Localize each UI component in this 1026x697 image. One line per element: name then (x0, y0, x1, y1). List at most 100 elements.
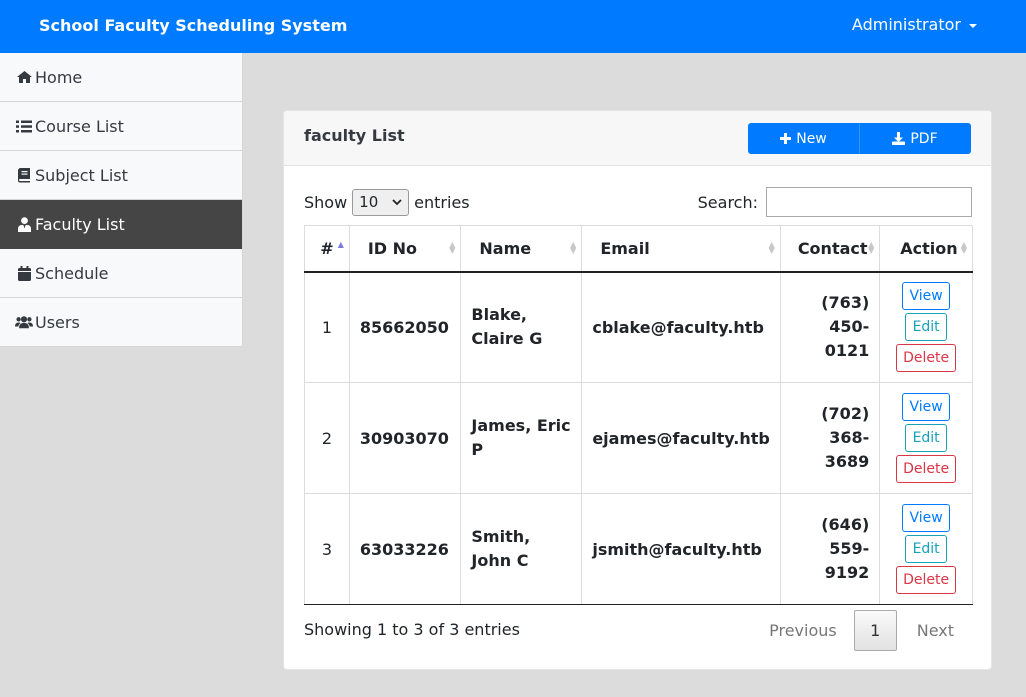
top-navbar: School Faculty Scheduling System Adminis… (0, 0, 1026, 53)
user-menu-label: Administrator (851, 15, 961, 34)
table-info: Showing 1 to 3 of 3 entries (304, 620, 520, 639)
next-page-button[interactable]: Next (897, 621, 971, 640)
search-input[interactable] (766, 187, 972, 217)
contact-number: 450-0121 (824, 317, 870, 361)
search-label: Search: (697, 192, 758, 212)
contact-area-code: (646) (821, 515, 870, 534)
cell-id: 63033226 (348, 493, 462, 605)
cell-num: 1 (304, 271, 350, 383)
pagination: Previous 1 Next (752, 610, 971, 651)
column-header-label: Email (600, 238, 650, 258)
user-menu-dropdown[interactable]: Administrator (852, 15, 977, 34)
pdf-button-label: PDF (910, 130, 938, 147)
sidebar-item-schedule[interactable]: Schedule (0, 249, 242, 298)
table-controls: Show 10 entries Search: (304, 187, 972, 217)
column-header-action[interactable]: Action ▲ ▼ (879, 225, 973, 273)
sort-icon: ▲ ▼ (960, 240, 967, 255)
sidebar-item-faculty-list[interactable]: Faculty List (0, 200, 242, 249)
cell-contact: (646) 559-9192 (779, 493, 881, 605)
delete-button[interactable]: Delete (896, 344, 957, 373)
column-header-email[interactable]: Email ▲ ▼ (581, 225, 781, 273)
column-header-label: Contact (797, 238, 868, 258)
calendar-icon (15, 265, 33, 281)
cell-actions: View Edit Delete (879, 271, 973, 383)
cell-name: James, Eric P (460, 382, 583, 494)
column-header-label: Action (900, 238, 958, 258)
previous-page-button[interactable]: Previous (752, 621, 854, 640)
cell-name: Blake, Claire G (460, 271, 583, 383)
caret-down-icon (969, 23, 977, 28)
column-header-id[interactable]: ID No ▲ ▼ (348, 225, 462, 273)
table-row: 1 85662050 Blake, Claire G cblake@facult… (304, 271, 973, 383)
contact-area-code: (763) (821, 293, 870, 313)
chevron-down-icon (392, 198, 402, 205)
view-button[interactable]: View (902, 504, 951, 532)
pdf-button[interactable]: PDF (859, 123, 971, 154)
list-icon (15, 118, 33, 134)
sort-icon: ▲ ▼ (449, 240, 456, 255)
sidebar-item-label: Home (35, 67, 83, 87)
column-header-label: Name (479, 238, 532, 258)
contact-number: 368-3689 (824, 428, 870, 471)
edit-button[interactable]: Edit (905, 424, 948, 452)
faculty-list-card: faculty List New PDF Show 10 entries Sea… (283, 110, 992, 670)
cell-actions: View Edit Delete (879, 382, 973, 494)
cell-email: jsmith@faculty.htb (581, 493, 781, 605)
new-button-label: New (796, 130, 827, 147)
edit-button[interactable]: Edit (905, 535, 948, 563)
cell-num: 3 (304, 493, 350, 605)
show-label: Show (304, 192, 348, 212)
column-header-num[interactable]: # ▲ (304, 225, 350, 273)
entries-label: entries (414, 192, 470, 212)
sort-icon: ▲ ▼ (570, 240, 577, 255)
sidebar-item-subject-list[interactable]: Subject List (0, 151, 242, 200)
sort-icon: ▲ ▼ (768, 240, 775, 255)
column-header-label: ID No (367, 238, 418, 258)
sidebar-item-users[interactable]: Users (0, 298, 242, 347)
cell-actions: View Edit Delete (879, 493, 973, 605)
delete-button[interactable]: Delete (896, 455, 957, 483)
card-title: faculty List (304, 126, 405, 145)
contact-number: 559-9192 (824, 539, 870, 582)
sidebar-item-label: Users (35, 312, 80, 332)
view-button[interactable]: View (902, 282, 951, 311)
user-tie-icon (15, 216, 33, 232)
sidebar-item-label: Course List (35, 116, 124, 136)
view-button[interactable]: View (902, 393, 951, 421)
cell-id: 85662050 (348, 271, 462, 383)
entries-length-control: Show 10 entries (304, 187, 470, 217)
column-header-name[interactable]: Name ▲ ▼ (460, 225, 583, 273)
cell-name: Smith, John C (460, 493, 583, 605)
plus-icon (780, 133, 792, 144)
entries-select[interactable]: 10 (352, 188, 410, 216)
table-row: 3 63033226 Smith, John C jsmith@faculty.… (304, 493, 973, 605)
new-button[interactable]: New (748, 123, 859, 154)
column-header-contact[interactable]: Contact ▲ ▼ (779, 225, 881, 273)
sidebar-item-home[interactable]: Home (0, 53, 242, 102)
cell-num: 2 (304, 382, 350, 494)
card-header: faculty List New PDF (284, 111, 991, 166)
sort-icon: ▲ ▼ (868, 240, 875, 255)
cell-contact: (702) 368-3689 (779, 382, 881, 494)
sidebar-item-label: Subject List (35, 165, 128, 185)
cell-id: 30903070 (348, 382, 462, 494)
sort-icon: ▲ (337, 240, 344, 249)
home-icon (15, 69, 33, 85)
users-icon (15, 314, 33, 330)
cell-contact: (763) 450-0121 (779, 271, 881, 383)
sidebar: Home Course List Subject List Faculty Li… (0, 53, 243, 347)
cell-email: ejames@faculty.htb (581, 382, 781, 494)
sidebar-item-label: Faculty List (35, 214, 125, 234)
cell-email: cblake@faculty.htb (581, 271, 781, 383)
card-actions: New PDF (748, 123, 971, 154)
sidebar-item-label: Schedule (35, 263, 109, 283)
entries-select-value: 10 (359, 193, 379, 211)
edit-button[interactable]: Edit (905, 313, 948, 342)
page-1-button[interactable]: 1 (853, 610, 897, 651)
faculty-table: # ▲ ID No ▲▼ Name ▲▼ Email ▲▼ Contact (304, 225, 973, 605)
table-header-row: # ▲ ID No ▲▼ Name ▲▼ Email ▲▼ Contact (304, 225, 973, 273)
delete-button[interactable]: Delete (896, 566, 957, 594)
table-row: 2 30903070 James, Eric P ejames@faculty.… (304, 382, 973, 494)
sidebar-item-course-list[interactable]: Course List (0, 102, 242, 151)
download-icon (892, 132, 906, 145)
